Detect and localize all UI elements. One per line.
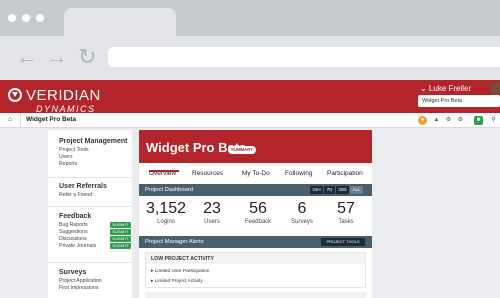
breadcrumb-divider xyxy=(20,113,21,128)
sidebar-item-suggestions[interactable]: Suggestions SUBMIT xyxy=(59,229,131,236)
alert-item-limited-user-participation[interactable]: ▸ Limited User Participation xyxy=(151,269,209,274)
search-icon[interactable]: ⚲ xyxy=(489,116,498,125)
project-title-bar: Widget Pro Beta SUMMARY xyxy=(139,130,372,163)
stat-surveys[interactable]: 6 Surveys xyxy=(279,200,325,225)
stat-tasks[interactable]: 57 Tasks xyxy=(323,200,369,225)
user-menu[interactable]: ⌄ Luke Freiler xyxy=(420,84,471,93)
sidebar-heading: Project Management xyxy=(59,138,128,145)
sidebar-item-label: Suggestions xyxy=(59,229,88,235)
submit-button[interactable]: SUBMIT xyxy=(110,236,131,242)
breadcrumb-item[interactable]: Widget Pro Beta xyxy=(26,116,76,123)
settings-icon[interactable]: ⚙ xyxy=(444,116,453,125)
alert-item-limited-project-activity[interactable]: ▸ Limited Project Activity xyxy=(151,279,203,284)
stat-value: 57 xyxy=(337,200,355,217)
stat-users[interactable]: 23 Users xyxy=(189,200,235,225)
submit-button[interactable]: SUBMIT xyxy=(110,243,131,249)
next-section-header xyxy=(145,292,366,298)
sidebar-divider xyxy=(48,206,132,207)
sidebar-item-project-tools[interactable]: Project Tools xyxy=(59,147,127,154)
stat-value: 6 xyxy=(297,200,307,217)
tab-my-to-do[interactable]: My To-Do xyxy=(242,170,270,177)
main-panel: Widget Pro Beta SUMMARY Overview Resourc… xyxy=(139,130,372,298)
logo-icon xyxy=(8,88,22,102)
stat-label: Surveys xyxy=(291,219,313,225)
browser-tabstrip xyxy=(0,0,500,36)
sidebar-item-label: Bug Reports xyxy=(59,222,88,228)
sidebar-item-label: Discussions xyxy=(59,236,87,242)
sidebar-group-user-referrals: User Referrals Refer a Friend xyxy=(59,183,107,199)
stat-label: Logins xyxy=(157,219,175,225)
range-all-button[interactable]: ALL xyxy=(350,186,363,194)
sidebar-item-private-journals[interactable]: Private Journals SUBMIT xyxy=(59,243,131,250)
stats-row: 3,152 Logins 23 Users 56 Feedback 6 Surv… xyxy=(139,196,372,236)
sidebar-item-refer-a-friend[interactable]: Refer a Friend xyxy=(59,192,107,199)
stat-label: Tasks xyxy=(338,219,354,225)
submit-button[interactable]: SUBMIT xyxy=(110,222,131,228)
sidebar-item-users[interactable]: Users xyxy=(59,154,127,161)
browser-chrome: ← → ↻ xyxy=(0,0,500,80)
summary-badge[interactable]: SUMMARY xyxy=(228,146,256,154)
back-arrow-icon[interactable]: ← xyxy=(16,46,38,68)
window-minimize-dot[interactable] xyxy=(22,14,30,22)
notification-icon[interactable]: ● xyxy=(418,116,427,125)
stat-value: 3,152 xyxy=(145,200,187,217)
gear-icon[interactable]: ⚙ xyxy=(456,116,465,125)
stat-value: 23 xyxy=(203,200,221,217)
breadcrumb: ⌂ Widget Pro Beta ● ▲ ⚙ ⚙ ■ ⚲ xyxy=(0,113,500,128)
tab-bar: Overview Resources My To-Do Following Pa… xyxy=(139,163,372,184)
stat-value: 56 xyxy=(249,200,267,217)
sidebar-group-project-management: Project Management Project Tools Users R… xyxy=(59,138,127,168)
range-30d-button[interactable]: 30D xyxy=(336,186,349,194)
sidebar-item-first-impressions[interactable]: First Impressions xyxy=(59,285,102,292)
browser-tab[interactable] xyxy=(64,8,176,36)
low-activity-card: LOW PROJECT ACTIVITY ▸ Limited User Part… xyxy=(145,252,366,288)
sidebar-item-label: Private Journals xyxy=(59,243,97,249)
alerts-title: Project Manager Alerts xyxy=(145,239,204,245)
tab-participation[interactable]: Participation xyxy=(327,170,363,177)
url-bar[interactable] xyxy=(108,47,500,67)
dashboard-header: Project Dashboard 24H 7D 30D ALL xyxy=(139,184,372,196)
sidebar-heading: User Referrals xyxy=(59,183,107,190)
range-7d-button[interactable]: 7D xyxy=(324,186,335,194)
sidebar-group-feedback: Feedback Bug Reports SUBMIT Suggestions SU… xyxy=(59,213,131,250)
green-action-icon[interactable]: ■ xyxy=(474,116,483,125)
project-tools-button[interactable]: PROJECT TOOLS xyxy=(321,238,365,246)
project-select[interactable]: Widget Pro Beta xyxy=(418,95,500,107)
reload-icon[interactable]: ↻ xyxy=(78,46,96,68)
tab-resources[interactable]: Resources xyxy=(192,170,223,177)
home-icon[interactable]: ⌂ xyxy=(8,116,12,123)
stat-label: Feedback xyxy=(244,219,272,225)
forward-arrow-icon[interactable]: → xyxy=(46,46,68,68)
sidebar-item-discussions[interactable]: Discussions SUBMIT xyxy=(59,236,131,243)
sidebar-divider xyxy=(48,262,132,263)
sidebar-item-project-application[interactable]: Project Application xyxy=(59,278,102,285)
stat-feedback[interactable]: 56 Feedback xyxy=(235,200,281,225)
avatar[interactable] xyxy=(490,82,500,96)
range-24h-button[interactable]: 24H xyxy=(310,186,323,194)
sidebar-item-reports[interactable]: Reports xyxy=(59,161,127,168)
submit-button[interactable]: SUBMIT xyxy=(110,229,131,235)
sidebar-group-surveys: Surveys Project Application First Impres… xyxy=(59,269,102,292)
tab-following[interactable]: Following xyxy=(285,170,312,177)
alerts-header: Project Manager Alerts PROJECT TOOLS xyxy=(139,236,372,248)
sidebar-heading: Surveys xyxy=(59,269,87,276)
stat-label: Users xyxy=(204,219,220,225)
active-tab-indicator xyxy=(149,170,179,172)
sidebar-heading: Feedback xyxy=(59,213,92,220)
user-icon[interactable]: ▲ xyxy=(432,116,441,125)
logo-wordmark: VERIDIAN xyxy=(26,87,101,104)
dashboard-title: Project Dashboard xyxy=(145,187,194,193)
window-maximize-dot[interactable] xyxy=(36,14,44,22)
sidebar: Project Management Project Tools Users R… xyxy=(48,130,132,298)
window-close-dot[interactable] xyxy=(8,14,16,22)
low-activity-title: LOW PROJECT ACTIVITY xyxy=(146,253,365,264)
stat-logins[interactable]: 3,152 Logins xyxy=(143,200,189,225)
sidebar-divider xyxy=(48,177,132,178)
sidebar-item-bug-reports[interactable]: Bug Reports SUBMIT xyxy=(59,222,131,229)
